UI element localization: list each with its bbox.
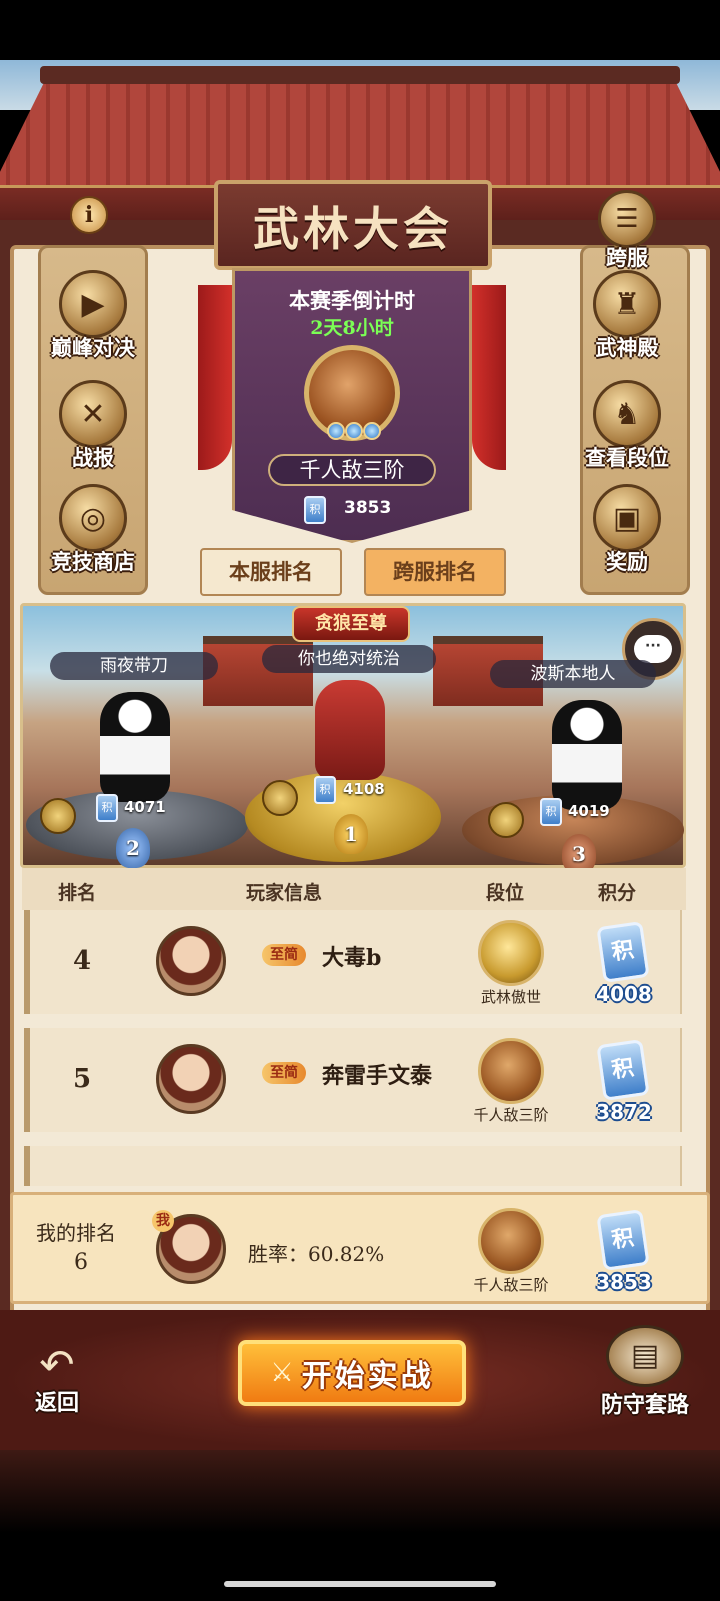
curtain-left [198,285,232,470]
row-rank: 5 [72,1064,92,1094]
header-tier: 段位 [486,882,525,904]
podium-name-3[interactable]: 波斯本地人 [490,660,656,688]
player-name: 奔雷手文泰 [322,1063,433,1089]
footer-background [0,1450,720,1601]
podium-tier-icon [488,802,524,838]
player-avatar-1[interactable] [315,680,385,780]
back-arrow-icon: ↶ [39,1340,75,1389]
tab-local-ranking[interactable]: 本服排名 [200,548,342,596]
tier-badge-icon [478,920,544,986]
tier-gem-icon [363,422,381,440]
my-score: 3853 [596,1270,652,1294]
player-avatar-3[interactable] [552,700,622,810]
row-score: 4008 [596,982,652,1006]
me-badge: 我 [152,1210,174,1232]
tier-gem-icon [345,422,363,440]
podium-tier-icon [262,780,298,816]
table-row[interactable] [24,1146,682,1186]
tier-badge-icon [304,345,400,441]
chest-icon: ▣ [593,484,661,552]
season-tier-name: 千人敌三阶 [268,454,436,486]
place-badge-2: 2 [116,828,150,868]
tier-gem-icon [327,422,345,440]
podium-score-1: 4108 [343,780,385,798]
season-countdown-label: 本赛季倒计时 [289,288,415,313]
hall-icon: ♜ [593,270,661,338]
roof-decoration [0,72,720,192]
server-tag: 至简 [262,944,306,966]
crossed-swords-icon: ⚔ [270,1358,294,1388]
player-name: 大毒b [322,945,382,971]
score-icon: 积 [596,921,650,983]
start-battle-label: 开始实战 [301,1359,434,1394]
score-icon: 积 [596,1209,650,1271]
list-icon: ☰ [598,190,656,248]
header-rank: 排名 [58,882,97,904]
podium-name-2[interactable]: 雨夜带刀 [50,652,218,680]
my-tier-name: 千人敌三阶 [473,1276,549,1294]
avatar[interactable] [156,926,226,996]
header-player-info: 玩家信息 [246,882,323,904]
ranking-table-header [22,868,686,910]
tab-cross-ranking[interactable]: 跨服排名 [364,548,506,596]
back-button[interactable]: ↶ 返回 [22,1340,92,1417]
start-battle-button[interactable]: ⚔ 开始实战 [238,1340,466,1406]
score-icon: 积 [540,798,562,826]
battle-report-label: 战报 [72,445,114,470]
chat-icon: ··· [634,635,672,663]
dragon-icon: ♞ [593,380,661,448]
shop-icon: ◎ [59,484,127,552]
view-tier-button[interactable]: ♞ 查看段位 [572,380,682,472]
curtain-right [472,285,506,470]
status-bar-area [0,0,720,60]
rewards-button[interactable]: ▣ 奖励 [572,484,682,576]
tier-badge-icon [478,1208,544,1274]
row-score: 3872 [596,1100,652,1124]
score-icon: 积 [96,794,118,822]
season-score: 3853 [344,498,392,518]
tier-name: 千人敌三阶 [473,1106,549,1124]
roof-ridge [40,66,680,84]
cross-server-button[interactable]: ☰ 跨服 [572,190,682,272]
play-icon: ▶ [59,270,127,338]
my-rank-value: 6 [74,1250,88,1275]
defense-routine-button[interactable]: ▤ 防守套路 [590,1325,700,1419]
war-god-hall-label: 武神殿 [595,335,659,360]
cross-server-label: 跨服 [606,245,648,270]
podium-tier-icon [40,798,76,834]
my-rank-label: 我的排名 [36,1221,116,1245]
defense-routine-label: 防守套路 [600,1392,689,1418]
info-button[interactable]: i [70,196,108,234]
server-tag: 至简 [262,1062,306,1084]
crossed-swords-icon: ✕ [59,380,127,448]
back-label: 返回 [34,1390,79,1416]
avatar[interactable] [156,1044,226,1114]
view-tier-label: 查看段位 [585,445,669,470]
rewards-label: 奖励 [606,549,648,574]
champion-plaque: 贪狼至尊 [292,606,410,642]
page-title: 武林大会 [253,202,453,256]
podium-score-3: 4019 [568,802,610,820]
header-score: 积分 [598,882,637,904]
place-badge-1: 1 [334,814,368,854]
score-icon: 积 [596,1039,650,1101]
battle-report-button[interactable]: ✕ 战报 [38,380,148,472]
season-countdown-value: 2天8小时 [310,317,394,339]
tier-badge-icon [478,1038,544,1104]
arena-shop-label: 竞技商店 [51,549,135,574]
score-icon: 积 [304,496,326,524]
war-god-hall-button[interactable]: ♜ 武神殿 [572,270,682,362]
player-avatar-2[interactable] [100,692,170,802]
peak-duel-button[interactable]: ▶ 巅峰对决 [38,270,148,362]
row-rank: 4 [72,946,92,976]
home-indicator[interactable] [224,1581,496,1587]
book-icon: ▤ [606,1325,684,1387]
score-icon: 积 [314,776,336,804]
podium-score-2: 4071 [124,798,166,816]
podium-name-1[interactable]: 你也绝对统治 [262,645,436,673]
win-rate: 胜率：60.82% [248,1242,385,1266]
peak-duel-label: 巅峰对决 [51,335,135,360]
tier-name: 武林傲世 [480,988,541,1006]
arena-shop-button[interactable]: ◎ 竞技商店 [38,484,148,576]
